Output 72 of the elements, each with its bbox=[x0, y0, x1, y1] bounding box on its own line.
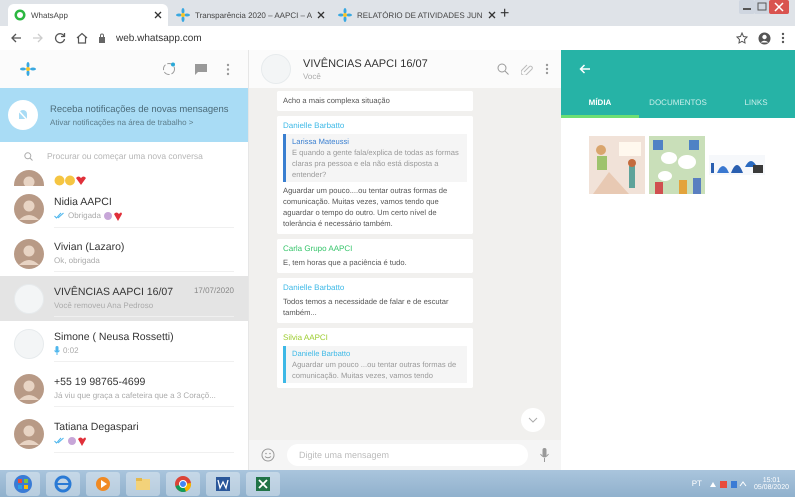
reload-icon[interactable] bbox=[54, 32, 66, 44]
browser-tab[interactable]: WhatsApp bbox=[8, 4, 168, 26]
windows-logo-icon bbox=[14, 474, 32, 492]
close-icon[interactable] bbox=[154, 11, 162, 19]
emoji-icon[interactable] bbox=[261, 448, 275, 462]
sender-name: Danielle Barbatto bbox=[283, 282, 346, 293]
lock-icon bbox=[98, 33, 106, 43]
message-preview: 0:02 bbox=[63, 346, 79, 355]
contact-name: Nidia AAPCI bbox=[54, 196, 112, 208]
browser-icon bbox=[54, 474, 72, 492]
paperclip-icon[interactable] bbox=[521, 63, 533, 75]
home-icon[interactable] bbox=[76, 32, 88, 44]
word-icon bbox=[214, 474, 232, 492]
avatar-icon bbox=[14, 374, 44, 404]
status-icon[interactable] bbox=[162, 62, 176, 76]
search-icon bbox=[24, 152, 33, 160]
contact-name: Tatiana Degaspari bbox=[54, 420, 139, 432]
new-tab-button[interactable]: + bbox=[494, 5, 516, 26]
taskbar-button[interactable] bbox=[166, 472, 200, 496]
chat-subtitle: Você bbox=[303, 72, 322, 80]
chat-list-item[interactable]: Tatiana Degaspari bbox=[0, 411, 248, 456]
flower-icon bbox=[176, 8, 190, 22]
chat-list-item[interactable]: Vivian (Lazaro) Ok, obrigada bbox=[0, 231, 248, 276]
address-field[interactable]: web.whatsapp.com bbox=[116, 32, 202, 44]
contact-name: +55 19 98765-4699 bbox=[54, 376, 146, 388]
chat-list-item[interactable]: Nidia AAPCI Obrigada bbox=[0, 186, 248, 231]
star-icon[interactable] bbox=[736, 32, 748, 44]
contact-name: VIVÊNCIAS AAPCI 16/07 bbox=[54, 286, 174, 298]
chat-list-item[interactable]: Simone ( Neusa Rossetti) 0:02 bbox=[0, 321, 248, 366]
chat-list-item[interactable]: VIVÊNCIAS AAPCI 16/07 17/07/2020 Você removeu Ana Pedroso bbox=[0, 276, 248, 321]
flower-logo-icon bbox=[18, 61, 38, 77]
browser-tab[interactable]: RELATÓRIO DE ATIVIDADES JUN bbox=[332, 4, 492, 26]
browser-tab[interactable]: Transparência 2020 – AAPCI – A bbox=[170, 4, 330, 26]
taskbar-button[interactable] bbox=[46, 472, 80, 496]
avatar-icon bbox=[14, 328, 44, 358]
sender-name: Danielle Barbatto bbox=[283, 120, 346, 131]
message-preview: Obrigada bbox=[68, 211, 101, 220]
emoji-icon bbox=[104, 210, 122, 220]
media-player-icon bbox=[94, 474, 112, 492]
avatar-icon bbox=[14, 238, 44, 268]
microphone-icon[interactable] bbox=[540, 448, 549, 462]
account-icon[interactable] bbox=[758, 32, 771, 44]
back-arrow-icon[interactable] bbox=[10, 32, 22, 44]
sender-name: Carla Grupo AAPCI bbox=[283, 243, 354, 254]
flower-icon bbox=[338, 8, 352, 22]
close-icon[interactable] bbox=[488, 11, 496, 19]
chat-list-item[interactable]: +55 19 98765-4699 Já viu que graça a cafeteira que a 3 Coraçõ... bbox=[0, 366, 248, 411]
avatar-icon bbox=[14, 418, 44, 448]
message-preview: Ok, obrigada bbox=[54, 256, 100, 265]
message-preview: Já viu que graça a cafeteira que a 3 Coraçõ... bbox=[54, 391, 216, 400]
taskbar-button[interactable] bbox=[206, 472, 240, 496]
chat-title: VIVÊNCIAS AAPCI 16/07 bbox=[303, 58, 429, 70]
menu-icon[interactable] bbox=[781, 32, 785, 44]
emoji-icon bbox=[68, 436, 86, 446]
excel-icon bbox=[254, 474, 272, 492]
emoji-icon bbox=[54, 175, 86, 186]
close-icon[interactable] bbox=[317, 11, 326, 19]
contact-name: Vivian (Lazaro) bbox=[54, 241, 124, 253]
avatar-icon bbox=[14, 194, 44, 224]
chat-time: 17/07/2020 bbox=[194, 286, 234, 297]
search-icon[interactable] bbox=[497, 63, 509, 75]
chrome-icon bbox=[174, 474, 192, 492]
message-input[interactable]: Digite uma mensagem bbox=[287, 444, 528, 466]
start-button[interactable] bbox=[6, 472, 40, 496]
chevron-down-icon bbox=[528, 417, 538, 423]
message-preview: Você removeu Ana Pedroso bbox=[54, 301, 154, 310]
forward-arrow-icon[interactable] bbox=[32, 32, 44, 44]
contact-name: Simone ( Neusa Rossetti) bbox=[54, 331, 174, 343]
sender-name: Silvia AAPCI bbox=[283, 332, 329, 343]
taskbar-button[interactable] bbox=[246, 472, 280, 496]
new-chat-icon[interactable] bbox=[194, 62, 208, 76]
notification-title: Receba notificações de novas mensagens bbox=[50, 104, 229, 114]
